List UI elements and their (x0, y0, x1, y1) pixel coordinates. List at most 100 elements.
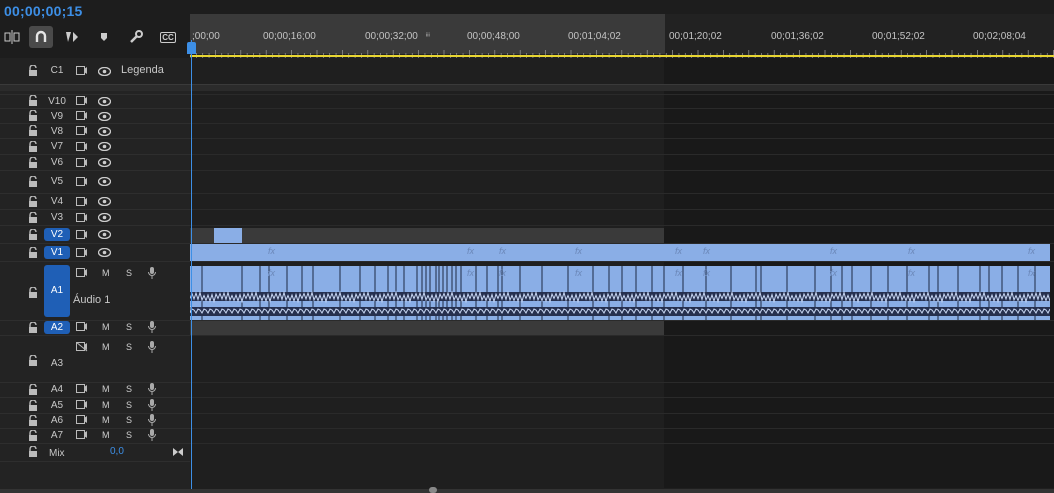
sync-lock-icon[interactable] (76, 96, 88, 106)
lock-icon[interactable] (28, 399, 38, 412)
linked-selection-icon[interactable] (60, 26, 84, 48)
playhead-timecode[interactable]: 00;00;00;15 (4, 3, 82, 19)
audio-track-lane[interactable] (190, 398, 1054, 414)
video-clip-track-v1[interactable]: fx fx fx fx fx fx fx fx fx (190, 244, 1050, 261)
track-label[interactable]: V8 (44, 125, 70, 138)
audio-track-lane[interactable] (190, 413, 1054, 429)
lock-icon[interactable] (28, 321, 38, 334)
video-track-header[interactable]: V7 (0, 139, 190, 155)
video-track-lane[interactable] (190, 226, 1054, 244)
lock-icon[interactable] (28, 429, 38, 442)
sync-lock-icon[interactable] (76, 176, 88, 187)
scrollbar-handle[interactable] (429, 487, 437, 493)
audio-track-lane[interactable] (190, 320, 1054, 336)
sync-lock-icon[interactable] (76, 111, 88, 121)
track-label[interactable]: A6 (44, 414, 70, 427)
audio-track-header[interactable]: A3 M S (0, 336, 190, 383)
solo-button[interactable]: S (126, 400, 132, 410)
video-track-header[interactable]: V4 (0, 194, 190, 210)
video-track-header[interactable]: V2 (0, 226, 190, 244)
lock-icon[interactable] (28, 110, 38, 122)
eye-icon[interactable] (98, 67, 111, 76)
sync-lock-icon[interactable] (76, 141, 88, 152)
add-marker-icon[interactable] (92, 26, 116, 48)
lock-icon[interactable] (28, 175, 38, 188)
video-track-header[interactable]: V8 (0, 124, 190, 139)
sync-lock-icon[interactable] (76, 212, 88, 223)
audio-track-header[interactable]: A5 M S (0, 398, 190, 414)
audio-track-header[interactable]: A1 M S Áudio 1 (0, 262, 190, 321)
track-label[interactable]: A2 (44, 321, 70, 334)
solo-button[interactable]: S (126, 384, 132, 394)
voiceover-record-icon[interactable] (148, 399, 156, 411)
video-track-header[interactable]: V9 (0, 109, 190, 124)
solo-button[interactable]: S (126, 322, 132, 332)
audio-clip-track-a1[interactable]: fx fx fx fx fx fx fx fx fx (189, 266, 1051, 320)
sync-lock-icon[interactable] (76, 268, 88, 278)
lock-icon[interactable] (28, 355, 38, 367)
timeline-tracks-area[interactable]: fx fx fx fx fx fx fx fx fx fx fx fx fx fx fx fx fx fx (189, 58, 1054, 493)
lock-icon[interactable] (28, 228, 38, 241)
track-label[interactable]: V3 (44, 211, 70, 224)
horizontal-scrollbar[interactable] (0, 489, 1054, 493)
voiceover-record-icon[interactable] (148, 414, 156, 426)
eye-icon[interactable] (98, 111, 111, 121)
sync-lock-icon[interactable] (76, 430, 88, 440)
track-label[interactable]: V10 (44, 95, 70, 108)
voiceover-record-icon[interactable] (148, 429, 156, 441)
video-track-lane[interactable] (190, 170, 1054, 194)
mute-button[interactable]: M (102, 415, 110, 425)
video-track-header[interactable]: V6 (0, 155, 190, 171)
timeline-settings-wrench-icon[interactable] (124, 26, 148, 48)
playhead-line[interactable] (191, 40, 192, 493)
lock-icon[interactable] (28, 195, 38, 208)
sync-lock-icon[interactable] (76, 196, 88, 207)
lock-icon[interactable] (28, 246, 38, 259)
lock-icon[interactable] (28, 383, 38, 396)
track-label[interactable]: A7 (44, 429, 70, 442)
lock-icon[interactable] (28, 211, 38, 224)
track-label[interactable]: V4 (44, 195, 70, 208)
audio-track-header[interactable]: A6 M S (0, 413, 190, 429)
eye-icon[interactable] (98, 213, 111, 222)
track-label[interactable]: A5 (44, 399, 70, 412)
track-label[interactable]: V9 (44, 110, 70, 123)
lock-icon[interactable] (28, 95, 38, 107)
mute-button[interactable]: M (102, 384, 110, 394)
video-track-lane[interactable] (190, 124, 1054, 139)
insert-sequence-icon[interactable] (0, 26, 24, 48)
sync-lock-icon[interactable] (76, 400, 88, 410)
sync-lock-off-icon[interactable] (76, 342, 88, 352)
eye-icon[interactable] (98, 96, 111, 106)
eye-icon[interactable] (98, 126, 111, 136)
lock-icon[interactable] (28, 125, 38, 137)
video-clip[interactable] (214, 228, 242, 243)
video-track-lane[interactable] (190, 109, 1054, 124)
sync-lock-icon[interactable] (76, 247, 88, 258)
video-track-header[interactable]: V5 (0, 170, 190, 194)
sync-lock-icon[interactable] (76, 126, 88, 136)
voiceover-record-icon[interactable] (148, 321, 156, 333)
mute-button[interactable]: M (102, 430, 110, 440)
eye-icon[interactable] (98, 158, 111, 167)
track-label[interactable]: V6 (44, 156, 70, 169)
track-label[interactable]: V1 (44, 246, 70, 259)
voiceover-record-icon[interactable] (148, 267, 156, 279)
track-label[interactable]: V2 (44, 228, 70, 241)
go-to-end-icon[interactable] (172, 447, 184, 457)
eye-icon[interactable] (98, 177, 111, 186)
sync-lock-icon[interactable] (76, 384, 88, 394)
snap-magnet-icon[interactable] (29, 26, 53, 48)
mute-button[interactable]: M (102, 342, 110, 352)
lock-icon[interactable] (28, 156, 38, 169)
caption-track-header[interactable]: C1 Legenda (0, 58, 190, 85)
captions-cc-icon[interactable]: CC (156, 26, 180, 48)
eye-icon[interactable] (98, 248, 111, 257)
track-label[interactable]: A1 (44, 265, 70, 317)
mute-button[interactable]: M (102, 400, 110, 410)
solo-button[interactable]: S (126, 430, 132, 440)
lock-icon[interactable] (28, 65, 38, 77)
solo-button[interactable]: S (126, 342, 132, 352)
work-area-line[interactable] (190, 55, 1054, 57)
sync-lock-icon[interactable] (76, 229, 88, 240)
